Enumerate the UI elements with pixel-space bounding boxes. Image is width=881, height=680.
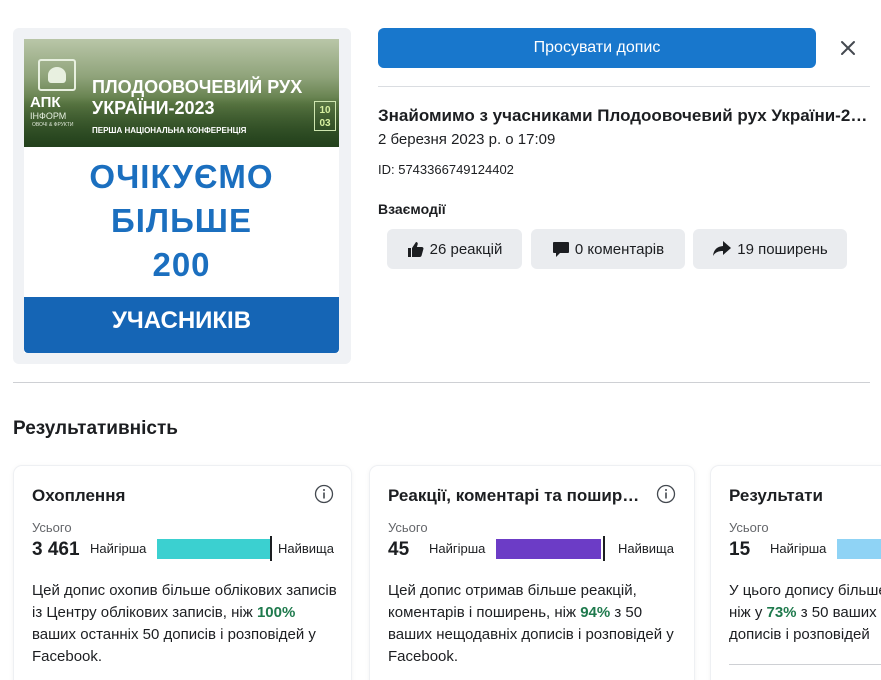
card-divider bbox=[729, 664, 881, 665]
promote-post-button[interactable]: Просувати допис bbox=[378, 28, 816, 68]
comment-icon bbox=[552, 242, 569, 257]
promo-headline: ОЧІКУЄМО БІЛЬШЕ 200 bbox=[89, 158, 274, 283]
percent-value: 73% bbox=[766, 604, 797, 621]
shares-count: 19 поширень bbox=[737, 240, 828, 258]
close-icon bbox=[841, 41, 855, 55]
post-date: 2 березня 2023 р. о 17:09 bbox=[378, 131, 556, 148]
logo-tiny-text: ОВОЧІ & ФРУКТИ bbox=[32, 122, 74, 128]
total-label: Усього bbox=[32, 520, 72, 535]
total-value: 45 bbox=[388, 539, 410, 560]
shares-button[interactable]: 19 поширень bbox=[693, 229, 847, 269]
engagement-bar bbox=[496, 539, 601, 559]
card-title: Результати bbox=[729, 486, 823, 505]
share-icon bbox=[713, 241, 732, 256]
card-description: Цей допис охопив більше облікових записі… bbox=[32, 582, 337, 665]
total-label: Усього bbox=[729, 520, 769, 535]
promo-band: УЧАСНИКІВ bbox=[24, 297, 339, 353]
reactions-button[interactable]: 26 реакцій bbox=[387, 229, 522, 269]
bar-low-label: Найгірша bbox=[429, 541, 486, 556]
promo-date-badge: 10 03 bbox=[314, 101, 336, 131]
engagement-card: Реакції, коментарі та поширення Усього 4… bbox=[370, 466, 694, 680]
total-value: 3 461 bbox=[32, 539, 80, 560]
interactions-label: Взаємодії bbox=[378, 201, 446, 217]
post-title: Знайомимо з учасниками Плодоовочевий рух… bbox=[378, 106, 870, 125]
post-id: ID: 5743366749124402 bbox=[378, 162, 514, 177]
promo-title: ПЛОДООВОЧЕВИЙ РУХ УКРАЇНИ-2023 bbox=[92, 77, 303, 118]
reactions-count: 26 реакцій bbox=[429, 240, 503, 258]
section-divider bbox=[13, 382, 870, 383]
results-bar bbox=[837, 539, 881, 559]
percent-value: 94% bbox=[580, 604, 611, 621]
thumbs-up-icon bbox=[407, 242, 424, 257]
logo-text: АПК bbox=[30, 94, 61, 111]
percent-value: 100% bbox=[256, 604, 296, 621]
reach-card: Охоплення Усього 3 461 Найгірша Найвища … bbox=[14, 466, 351, 680]
info-icon[interactable] bbox=[656, 484, 676, 504]
bar-high-label: Найвища bbox=[618, 541, 674, 556]
bar-low-label: Найгірша bbox=[90, 541, 147, 556]
close-button[interactable] bbox=[836, 36, 860, 60]
info-icon[interactable] bbox=[314, 484, 334, 504]
total-value: 15 bbox=[729, 539, 751, 560]
performance-title: Результативність bbox=[13, 418, 178, 439]
results-card: Результати Усього 15 Найгірша У цього до… bbox=[711, 466, 881, 680]
card-title: Реакції, коментарі та поширення bbox=[388, 486, 642, 505]
bar-low-label: Найгірша bbox=[770, 541, 827, 556]
card-title: Охоплення bbox=[32, 486, 126, 505]
promo-image: АПК ІНФОРМ ОВОЧІ & ФРУКТИ ПЛОДООВОЧЕВИЙ … bbox=[24, 39, 339, 353]
bar-high-label: Найвища bbox=[278, 541, 334, 556]
bar-marker bbox=[603, 536, 605, 561]
reach-bar bbox=[157, 539, 271, 559]
card-description: У цього допису більше ніж у 73% з 50 ваш… bbox=[729, 582, 881, 643]
card-description: Цей допис отримав більше реакцій, комент… bbox=[388, 582, 674, 665]
logo-subtext: ІНФОРМ bbox=[30, 111, 67, 121]
bar-marker bbox=[270, 536, 272, 561]
comments-count: 0 коментарів bbox=[574, 240, 665, 258]
header-divider bbox=[378, 86, 870, 87]
comments-button[interactable]: 0 коментарів bbox=[531, 229, 685, 269]
post-thumbnail[interactable]: АПК ІНФОРМ ОВОЧІ & ФРУКТИ ПЛОДООВОЧЕВИЙ … bbox=[13, 28, 351, 364]
promo-subtitle: ПЕРША НАЦІОНАЛЬНА КОНФЕРЕНЦІЯ bbox=[92, 126, 247, 135]
total-label: Усього bbox=[388, 520, 428, 535]
apk-logo-icon bbox=[38, 59, 76, 91]
